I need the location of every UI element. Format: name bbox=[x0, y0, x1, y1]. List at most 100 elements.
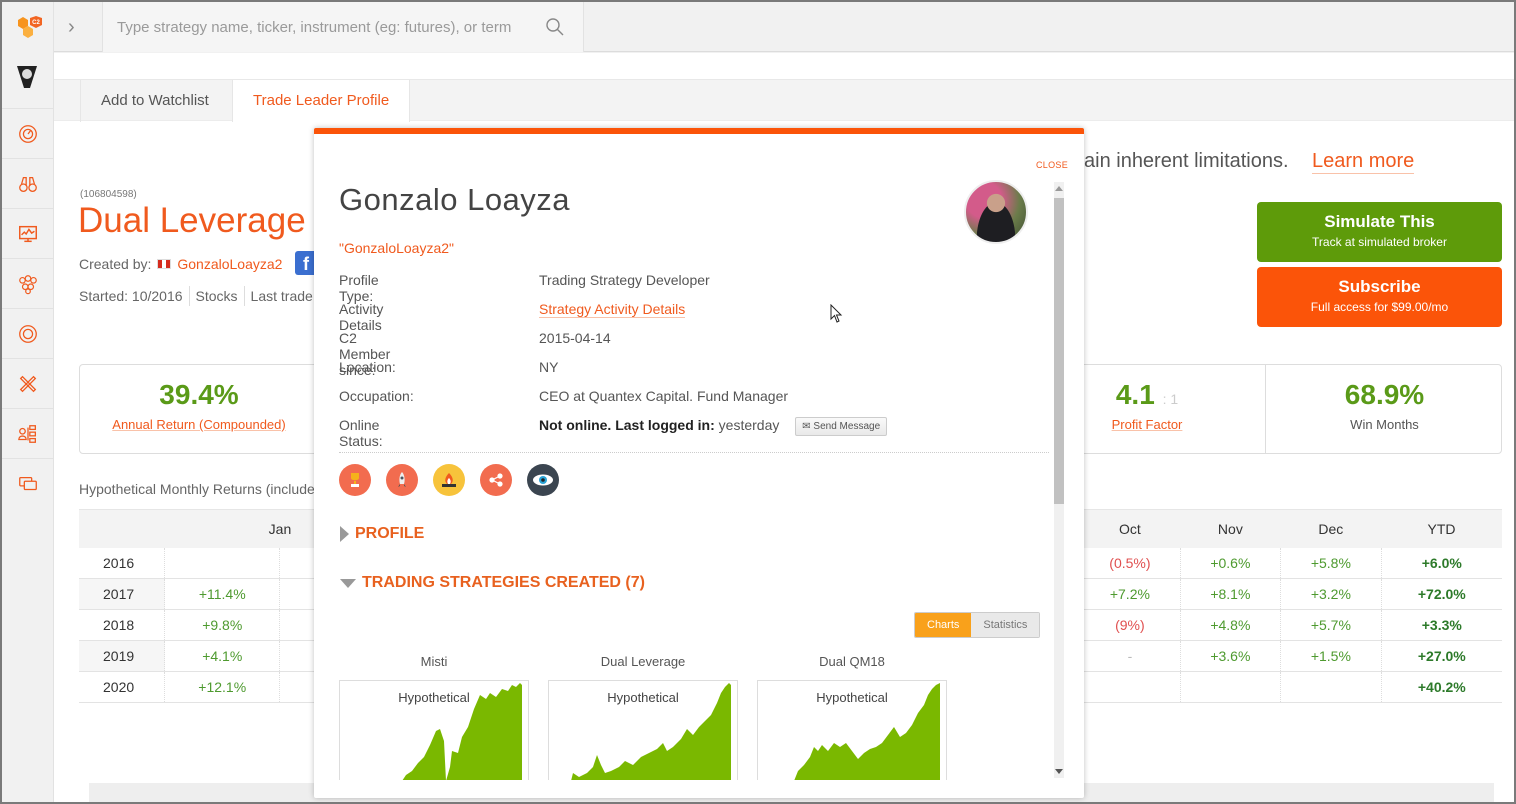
cell-nov: +4.8% bbox=[1179, 609, 1281, 641]
cell-oct: - bbox=[1079, 640, 1181, 672]
cell-jan: +11.4% bbox=[164, 578, 280, 610]
user-avatar[interactable] bbox=[16, 64, 38, 90]
eye-icon[interactable] bbox=[527, 464, 559, 496]
hypothetical-label: Hypothetical bbox=[607, 690, 679, 705]
header-nov: Nov bbox=[1180, 509, 1281, 548]
strategies-section-toggle[interactable]: TRADING STRATEGIES CREATED (7) bbox=[340, 574, 645, 592]
modal-scrollbar[interactable] bbox=[1054, 182, 1064, 778]
sidebar-item-charts[interactable] bbox=[2, 208, 54, 258]
trophy-icon[interactable] bbox=[339, 464, 371, 496]
divider bbox=[188, 286, 190, 306]
stat-win-months: 68.9% Win Months bbox=[1265, 365, 1503, 453]
cell-ytd: +27.0% bbox=[1380, 640, 1502, 672]
strategy-id: (106804598) bbox=[80, 189, 137, 200]
strategy-chart-card[interactable]: Misti Hypothetical bbox=[339, 654, 529, 780]
cell-jan: +9.8% bbox=[164, 609, 280, 641]
win-months-label: Win Months bbox=[1350, 417, 1419, 432]
annual-return-value: 39.4% bbox=[159, 379, 239, 410]
sidebar-item-community[interactable] bbox=[2, 258, 54, 308]
hypothetical-label: Hypothetical bbox=[816, 690, 888, 705]
strategy-activity-link[interactable]: Strategy Activity Details bbox=[539, 301, 686, 318]
cell-jan: +4.1% bbox=[164, 640, 280, 672]
sidebar-item-messages[interactable] bbox=[2, 458, 54, 508]
scroll-up-icon[interactable] bbox=[1055, 186, 1063, 191]
caret-down-icon bbox=[340, 578, 356, 588]
cell-ytd: +6.0% bbox=[1380, 547, 1502, 579]
search-box bbox=[102, 2, 584, 52]
learn-more-link[interactable]: Learn more bbox=[1312, 150, 1415, 174]
profile-section-toggle[interactable]: PROFILE bbox=[340, 525, 424, 543]
divider bbox=[339, 452, 1049, 453]
leader-photo bbox=[964, 180, 1028, 244]
search-icon[interactable] bbox=[545, 17, 565, 37]
cell-nov: +3.6% bbox=[1179, 640, 1281, 672]
scroll-down-icon[interactable] bbox=[1055, 769, 1063, 774]
divider bbox=[243, 286, 245, 306]
simulate-title: Simulate This bbox=[1324, 212, 1435, 231]
sidebar-item-tools[interactable] bbox=[2, 358, 54, 408]
strategy-chart-card[interactable]: Dual QM18 Hypothetical bbox=[757, 654, 947, 780]
cell-dec: +1.5% bbox=[1280, 640, 1382, 672]
statistics-toggle[interactable]: Statistics bbox=[971, 613, 1040, 637]
cell-ytd: +3.3% bbox=[1380, 609, 1502, 641]
view-toggle: Charts Statistics bbox=[914, 612, 1041, 638]
caret-right-icon bbox=[340, 526, 349, 542]
subscribe-title: Subscribe bbox=[1338, 277, 1421, 296]
rocket-icon[interactable] bbox=[386, 464, 418, 496]
simulate-button[interactable]: Simulate This Track at simulated broker bbox=[1257, 202, 1502, 262]
created-by: Created by: GonzaloLoayza2 bbox=[79, 256, 282, 272]
add-to-watchlist-tab[interactable]: Add to Watchlist bbox=[80, 80, 229, 122]
cell-jan: +12.1% bbox=[164, 671, 280, 703]
share-icon[interactable] bbox=[480, 464, 512, 496]
cell-ytd: +72.0% bbox=[1380, 578, 1502, 610]
win-months-value: 68.9% bbox=[1344, 379, 1425, 410]
sidebar-item-search[interactable] bbox=[2, 158, 54, 208]
send-message-button[interactable]: ✉ Send Message bbox=[795, 417, 888, 436]
fire-icon[interactable] bbox=[433, 464, 465, 496]
search-input[interactable] bbox=[117, 16, 537, 38]
achievement-badges bbox=[339, 464, 559, 496]
strategy-chart-card[interactable]: Dual Leverage Hypothetical bbox=[548, 654, 738, 780]
top-bar: › bbox=[54, 2, 1514, 52]
asset-class: Stocks bbox=[195, 288, 238, 304]
last-trade: Last trade bbox=[250, 288, 313, 304]
cell-nov: +0.6% bbox=[1179, 547, 1281, 579]
charts-toggle[interactable]: Charts bbox=[915, 613, 972, 637]
pencil-ruler-icon bbox=[19, 375, 37, 392]
cell-dec: +3.2% bbox=[1280, 578, 1382, 610]
subscribe-button[interactable]: Subscribe Full access for $99.00/mo bbox=[1257, 267, 1502, 327]
created-by-label: Created by: bbox=[79, 256, 152, 272]
cell-oct bbox=[1079, 671, 1181, 703]
sidebar-item-organization[interactable] bbox=[2, 408, 54, 458]
strategy-title: Dual Leverage bbox=[78, 201, 306, 240]
sidebar-item-sync[interactable] bbox=[2, 308, 54, 358]
peru-flag-icon bbox=[157, 259, 172, 269]
org-chart-icon bbox=[18, 424, 36, 443]
svg-text:C2: C2 bbox=[32, 20, 40, 26]
leader-name: Gonzalo Loayza bbox=[339, 182, 571, 217]
strategy-chart-name: Dual Leverage bbox=[600, 654, 686, 669]
cell-oct: (9%) bbox=[1079, 609, 1181, 641]
browser-frame: C2 › Type strategy name, ticker, instrum… bbox=[2, 2, 1514, 802]
trade-leader-profile-tab[interactable]: Trade Leader Profile bbox=[232, 80, 411, 122]
year: 2019 bbox=[79, 640, 165, 672]
leader-handle: "GonzaloLoayza2" bbox=[339, 240, 455, 256]
annual-return-link[interactable]: Annual Return (Compounded) bbox=[80, 417, 318, 432]
year: 2020 bbox=[79, 671, 165, 703]
circle-sync-icon bbox=[19, 324, 37, 343]
people-group-icon bbox=[19, 274, 37, 294]
cell-dec: +5.8% bbox=[1280, 547, 1382, 579]
close-button[interactable]: CLOSE bbox=[1036, 160, 1068, 170]
sidebar-item-dashboard[interactable] bbox=[2, 108, 54, 158]
cell-dec bbox=[1280, 671, 1382, 703]
c2-logo[interactable]: C2 bbox=[12, 16, 48, 46]
year: 2016 bbox=[79, 547, 165, 579]
profit-factor-value: 4.1 bbox=[1115, 379, 1155, 410]
chevron-right-icon[interactable]: › bbox=[68, 16, 75, 39]
author-link[interactable]: GonzaloLoayza2 bbox=[177, 256, 282, 272]
started-date: Started: 10/2016 bbox=[79, 288, 183, 304]
header-dec: Dec bbox=[1280, 509, 1382, 548]
profit-factor-link[interactable]: Profit Factor bbox=[1080, 417, 1214, 432]
trade-leader-modal: CLOSE Gonzalo Loayza "GonzaloLoayza2" Pr… bbox=[314, 128, 1084, 798]
scrollbar-thumb[interactable] bbox=[1054, 198, 1064, 504]
